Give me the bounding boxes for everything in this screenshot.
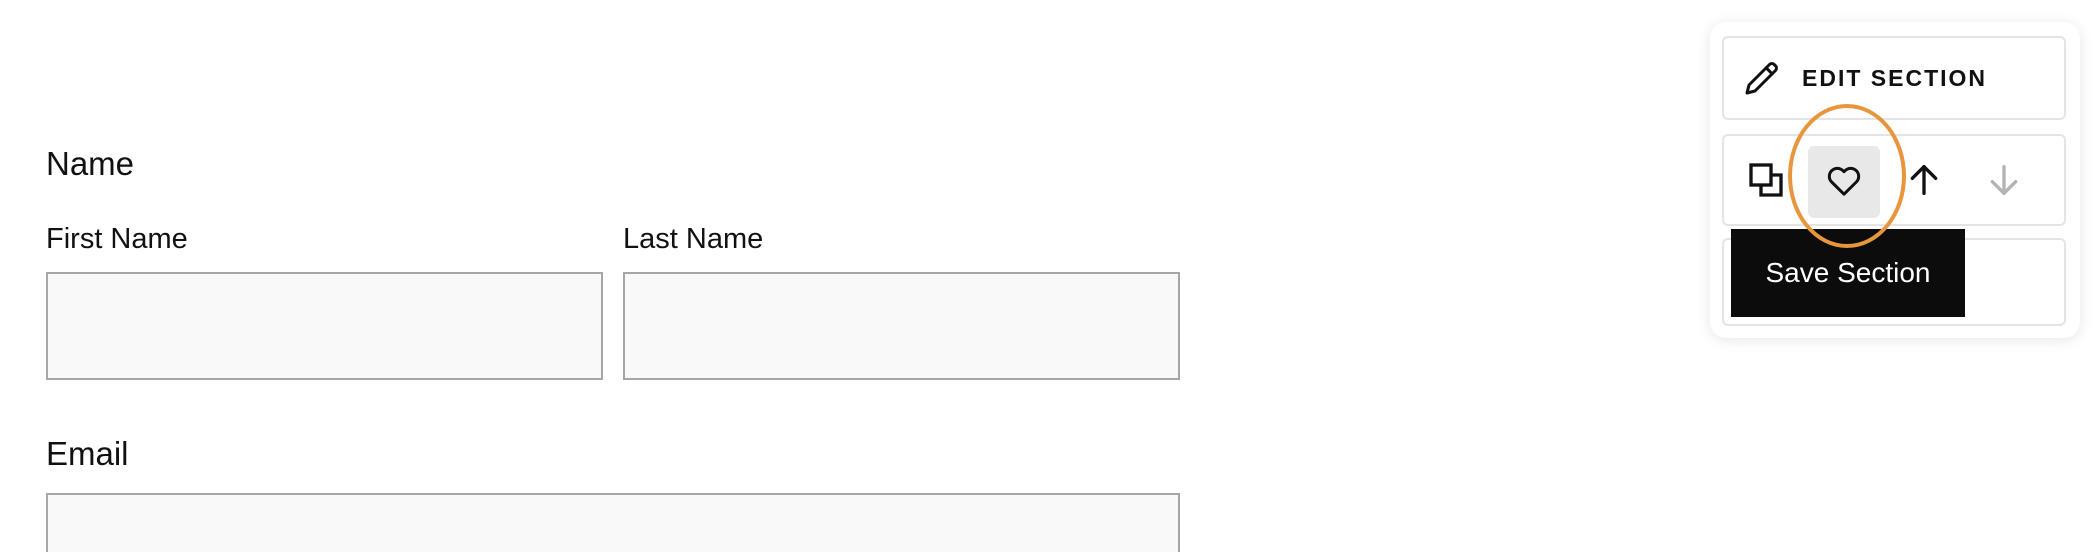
- last-name-input[interactable]: [623, 272, 1180, 380]
- arrow-down-icon: [1984, 160, 2024, 205]
- edit-section-label: EDIT SECTION: [1802, 64, 1988, 91]
- heart-icon: [1824, 160, 1864, 205]
- first-name-label: First Name: [46, 223, 188, 255]
- move-section-down-button[interactable]: [1968, 146, 2040, 218]
- first-name-input[interactable]: [46, 272, 603, 380]
- email-heading: Email: [46, 435, 129, 472]
- arrow-up-icon: [1904, 160, 1944, 205]
- duplicate-icon: [1746, 160, 1786, 205]
- email-input[interactable]: [46, 493, 1180, 552]
- save-section-tooltip: Save Section: [1731, 229, 1965, 317]
- duplicate-section-button[interactable]: [1730, 146, 1802, 218]
- name-heading: Name: [46, 145, 135, 182]
- section-actions: [1722, 134, 2066, 226]
- save-section-button[interactable]: [1808, 146, 1880, 218]
- move-section-up-button[interactable]: [1888, 146, 1960, 218]
- edit-section-button[interactable]: EDIT SECTION: [1722, 36, 2066, 120]
- page: Name First Name Last Name Email EDIT SEC…: [0, 0, 2099, 552]
- pencil-icon: [1740, 56, 1784, 100]
- last-name-label: Last Name: [623, 223, 764, 255]
